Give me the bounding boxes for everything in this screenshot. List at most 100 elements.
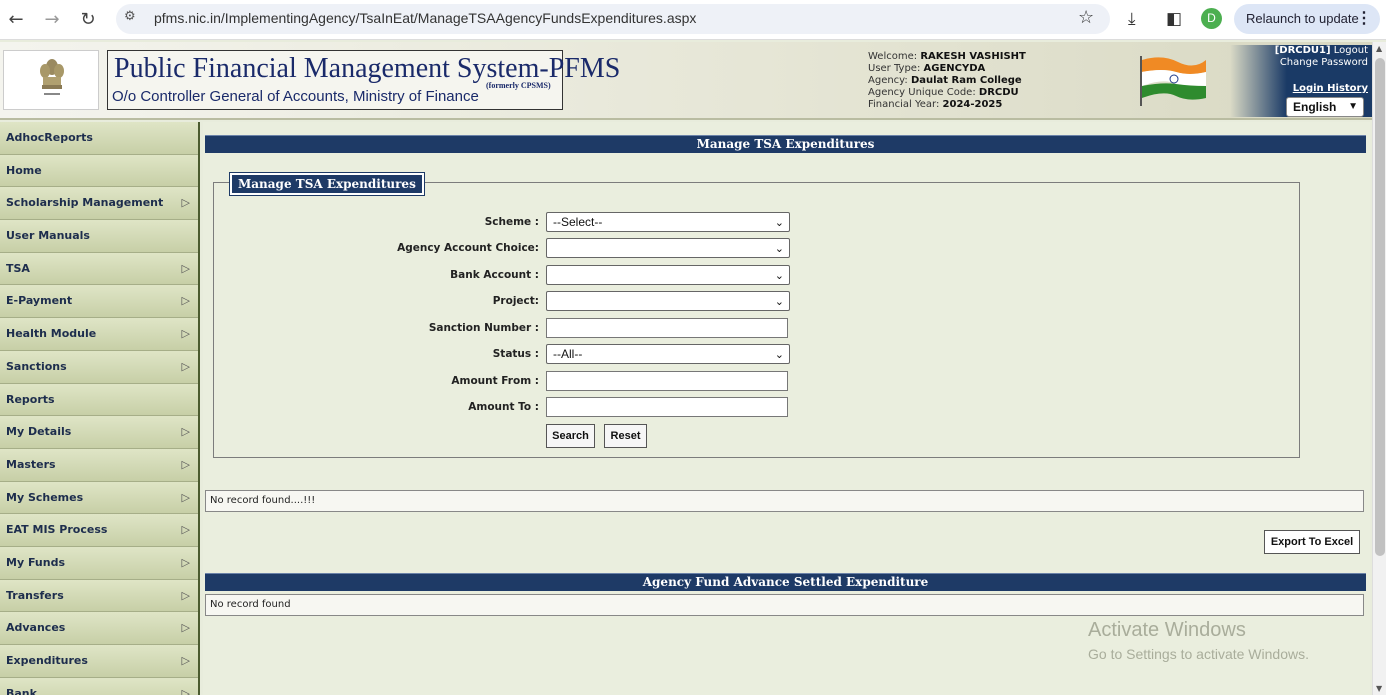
relaunch-button[interactable]: Relaunch to update ⋮ — [1234, 4, 1380, 34]
user-info: Welcome: RAKESH VASHISHT User Type: AGEN… — [868, 51, 1026, 110]
main-content: Manage TSA Expenditures Manage TSA Expen… — [203, 122, 1370, 695]
sanction-number-input[interactable] — [546, 318, 788, 338]
sidebar-item-scholarship-management[interactable]: Scholarship Management ▷ — [0, 187, 198, 221]
project-select[interactable]: ⌄ — [546, 291, 790, 311]
site-formerly: (formerly CPSMS) — [486, 81, 551, 90]
fieldset-legend: Manage TSA Expenditures — [229, 172, 425, 196]
scroll-up-icon[interactable]: ▲ — [1376, 44, 1382, 53]
sidebar-item-user-manuals[interactable]: User Manuals — [0, 220, 198, 253]
logout-link[interactable]: Logout — [1334, 45, 1368, 56]
project-row: Project: ⌄ — [214, 291, 1301, 313]
profile-avatar[interactable]: D — [1201, 8, 1222, 29]
sidebar-item-label: Sanctions — [6, 359, 67, 373]
account-links: [DRCDU1] Logout Change Password Login Hi… — [1230, 45, 1372, 117]
search-button[interactable]: Search — [546, 424, 595, 448]
sidebar-item-expenditures[interactable]: Expenditures ▷ — [0, 645, 198, 678]
amount-from-label: Amount From : — [451, 375, 539, 387]
login-history-link[interactable]: Login History — [1230, 83, 1368, 95]
sidebar-item-adhocreports[interactable]: AdhocReports — [0, 122, 198, 155]
no-record-message-2: No record found — [205, 594, 1364, 616]
page-scrollbar[interactable]: ▲ ▼ — [1372, 42, 1386, 695]
sidebar-item-label: Home — [6, 163, 42, 177]
chevron-down-icon: ⌄ — [774, 243, 784, 255]
sidebar-item-home[interactable]: Home — [0, 154, 198, 188]
sidebar-item-transfers[interactable]: Transfers ▷ — [0, 579, 198, 613]
form-buttons-row: Search Reset — [214, 424, 1301, 450]
search-fieldset: Manage TSA Expenditures Scheme : --Selec… — [213, 172, 1301, 458]
sidebar-item-my-funds[interactable]: My Funds ▷ — [0, 546, 198, 580]
sidebar-menu: AdhocReports Home Scholarship Management ▷ U… — [0, 122, 200, 695]
amount-to-input[interactable] — [546, 397, 788, 417]
browser-toolbar: ← → ↻ ⚙ pfms.nic.in/ImplementingAgency/T… — [0, 0, 1386, 40]
status-select[interactable]: --All-- ⌄ — [546, 344, 790, 364]
side-panel-icon[interactable]: ◧ — [1166, 9, 1182, 29]
scheme-select[interactable]: --Select-- ⌄ — [546, 212, 790, 232]
scheme-label: Scheme : — [484, 216, 539, 228]
site-subtitle: O/o Controller General of Accounts, Mini… — [112, 88, 479, 105]
sidebar-item-label: Reports — [6, 392, 55, 406]
sidebar-item-label: Advances — [6, 621, 66, 635]
export-to-excel-button[interactable]: Export To Excel — [1264, 530, 1360, 554]
sidebar-item-label: Health Module — [6, 327, 97, 341]
download-icon[interactable]: ⤓ — [1128, 9, 1136, 29]
forward-icon[interactable]: → — [40, 8, 64, 32]
submenu-arrow-icon: ▷ — [181, 196, 190, 210]
project-label: Project: — [492, 295, 539, 307]
sidebar-item-bank[interactable]: Bank ▷ — [0, 677, 198, 695]
sidebar-item-advances[interactable]: Advances ▷ — [0, 612, 198, 645]
sidebar-item-tsa[interactable]: TSA ▷ — [0, 252, 198, 286]
sidebar-item-label: E-Payment — [6, 294, 73, 308]
submenu-arrow-icon: ▷ — [181, 523, 190, 537]
agency-account-label: Agency Account Choice: — [397, 242, 539, 254]
agency-account-select[interactable]: ⌄ — [546, 238, 790, 258]
pfms-title-box: Public Financial Management System-PFMS … — [107, 50, 620, 110]
sidebar-item-masters[interactable]: Masters ▷ — [0, 448, 198, 482]
menu-dots-icon[interactable]: ⋮ — [1356, 4, 1372, 34]
sanction-number-label: Sanction Number : — [428, 322, 539, 334]
sidebar-item-label: EAT MIS Process — [6, 523, 108, 537]
scroll-down-icon[interactable]: ▼ — [1376, 684, 1382, 693]
amount-from-input[interactable] — [546, 371, 788, 391]
chevron-down-icon: ▼ — [1348, 101, 1358, 112]
submenu-arrow-icon: ▷ — [181, 425, 190, 439]
sidebar-item-my-schemes[interactable]: My Schemes ▷ — [0, 481, 198, 515]
submenu-arrow-icon: ▷ — [181, 555, 190, 569]
scheme-row: Scheme : --Select-- ⌄ — [214, 212, 1301, 234]
sidebar-item-label: Bank — [6, 686, 37, 695]
chevron-down-icon: ⌄ — [774, 270, 784, 282]
change-password-link[interactable]: Change Password — [1230, 57, 1368, 69]
sidebar-item-label: Masters — [6, 457, 56, 471]
windows-activation-watermark: Activate Windows Go to Settings to activ… — [1088, 619, 1309, 662]
sidebar-item-e-payment[interactable]: E-Payment ▷ — [0, 285, 198, 319]
reset-button[interactable]: Reset — [604, 424, 647, 448]
url-text[interactable]: pfms.nic.in/ImplementingAgency/TsaInEat/… — [154, 10, 696, 26]
language-select[interactable]: English ▼ — [1286, 97, 1364, 117]
bank-account-label: Bank Account : — [450, 269, 539, 281]
status-row: Status : --All-- ⌄ — [214, 344, 1301, 366]
submenu-arrow-icon: ▷ — [181, 588, 190, 602]
sidebar-item-label: My Funds — [6, 555, 65, 569]
sidebar-item-eat-mis-process[interactable]: EAT MIS Process ▷ — [0, 514, 198, 547]
back-icon[interactable]: ← — [4, 8, 28, 32]
submenu-arrow-icon: ▷ — [181, 294, 190, 308]
agency-account-row: Agency Account Choice: ⌄ — [214, 238, 1301, 260]
sidebar-item-label: Transfers — [6, 588, 64, 602]
sidebar-item-label: My Schemes — [6, 490, 84, 504]
sidebar-item-health-module[interactable]: Health Module ▷ — [0, 318, 198, 351]
bank-account-select[interactable]: ⌄ — [546, 265, 790, 285]
site-info-icon[interactable]: ⚙ — [124, 9, 136, 24]
bookmark-star-icon[interactable]: ☆ — [1078, 7, 1094, 28]
sidebar-item-reports[interactable]: Reports — [0, 383, 198, 417]
bank-account-row: Bank Account : ⌄ — [214, 265, 1301, 287]
sidebar-item-label: Scholarship Management — [6, 196, 164, 210]
amount-to-row: Amount To : — [214, 397, 1301, 419]
sidebar-item-my-details[interactable]: My Details ▷ — [0, 416, 198, 449]
reload-icon[interactable]: ↻ — [76, 8, 100, 32]
scroll-thumb[interactable] — [1375, 58, 1385, 556]
chevron-down-icon: ⌄ — [774, 217, 784, 229]
sidebar-item-label: User Manuals — [6, 229, 90, 243]
financial-year: 2024-2025 — [942, 99, 1003, 110]
page-title-bar: Manage TSA Expenditures — [205, 135, 1366, 153]
address-bar[interactable]: ⚙ pfms.nic.in/ImplementingAgency/TsaInEa… — [116, 4, 1110, 34]
sidebar-item-sanctions[interactable]: Sanctions ▷ — [0, 350, 198, 384]
